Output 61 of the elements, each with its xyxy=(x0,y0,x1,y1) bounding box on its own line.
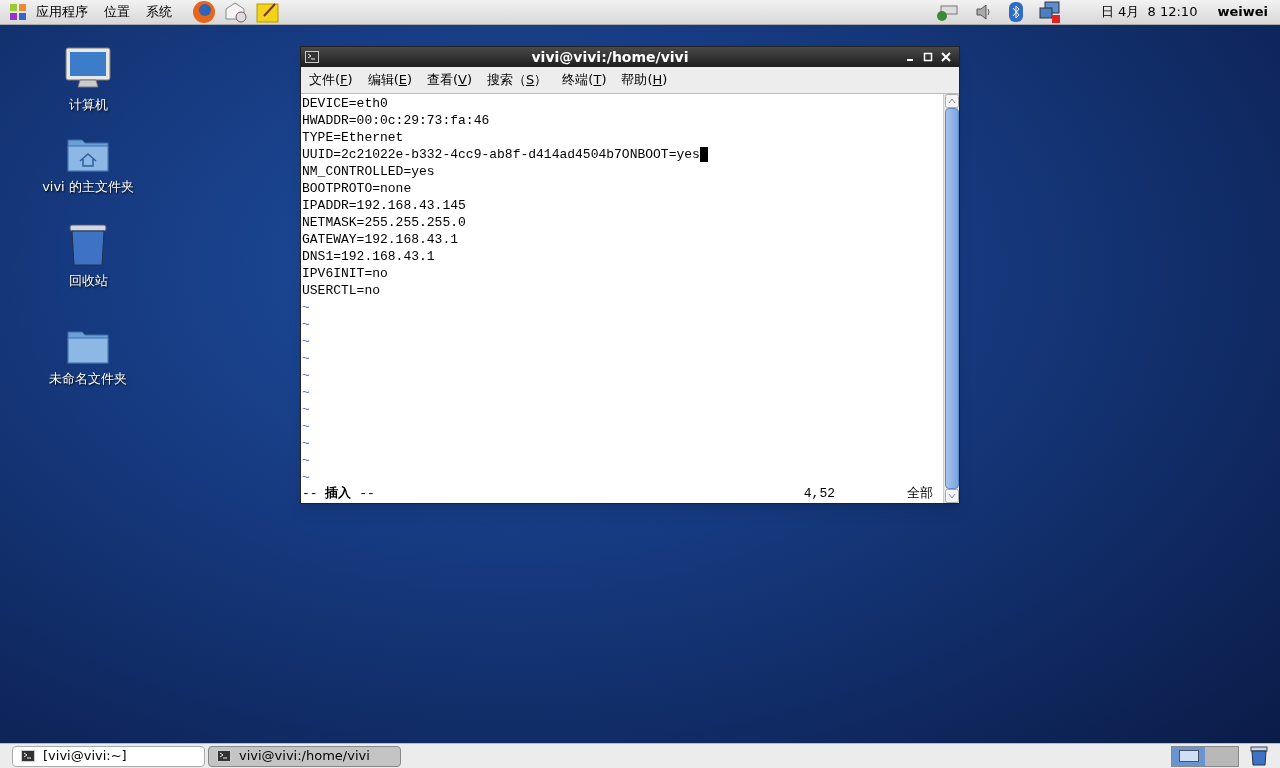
taskbar-button[interactable]: [vivi@vivi:~] xyxy=(12,745,205,767)
speaker-icon[interactable] xyxy=(974,3,993,21)
clock[interactable]: 日 4月 8 12:10 xyxy=(1100,2,1198,22)
menu-item[interactable]: 编辑(E) xyxy=(367,70,412,90)
menu-item[interactable]: 搜索（S） xyxy=(487,70,548,90)
window-title: vivi@vivi:/home/vivi xyxy=(530,47,690,67)
empty-line-marker: ~ xyxy=(302,435,310,452)
desktop-icon-label[interactable]: 未命名文件夹 xyxy=(49,369,127,389)
maximize-icon[interactable] xyxy=(923,52,933,62)
distribution-logo-icon[interactable] xyxy=(8,2,28,22)
close-icon[interactable] xyxy=(941,52,951,62)
network-disconnected-icon[interactable] xyxy=(1038,1,1061,23)
file-line: IPADDR=192.168.43.145 xyxy=(302,197,466,214)
panel-menu[interactable]: 系统 xyxy=(146,2,172,22)
menu-item[interactable]: 帮助(H) xyxy=(621,70,668,90)
file-line: GATEWAY=192.168.43.1 xyxy=(302,231,459,248)
terminal-icon xyxy=(217,750,231,762)
empty-line-marker: ~ xyxy=(302,418,310,435)
empty-line-marker: ~ xyxy=(302,350,310,367)
desktop-icon-label[interactable]: 计算机 xyxy=(68,95,108,115)
empty-line-marker: ~ xyxy=(302,316,310,333)
computer-icon xyxy=(64,47,112,91)
bluetooth-icon[interactable] xyxy=(1008,2,1023,22)
file-line: UUID=2c21022e-b332-4cc9-ab8f-d414ad4504b7ONBOOT=yes xyxy=(302,146,700,163)
file-line: HWADDR=00:0c:29:73:fa:46 xyxy=(302,112,490,129)
menu-item[interactable]: 文件(F) xyxy=(309,70,353,90)
mail-clock-icon[interactable] xyxy=(224,1,248,23)
empty-line-marker: ~ xyxy=(302,401,310,418)
trash-icon xyxy=(66,223,110,267)
cursor-position: 4,52 xyxy=(803,485,835,502)
empty-line-marker: ~ xyxy=(302,333,310,350)
empty-line-marker: ~ xyxy=(302,384,310,401)
workspace[interactable] xyxy=(1172,746,1205,766)
terminal-icon xyxy=(21,750,35,762)
file-line: DEVICE=eth0 xyxy=(302,95,388,112)
file-line: IPV6INIT=no xyxy=(302,265,388,282)
menu-item[interactable]: 终端(T) xyxy=(562,70,607,90)
panel-menu[interactable]: 应用程序 xyxy=(36,2,88,22)
empty-line-marker: ~ xyxy=(302,367,310,384)
file-line: DNS1=192.168.43.1 xyxy=(302,248,435,265)
file-line: NETMASK=255.255.255.0 xyxy=(302,214,466,231)
panel-menu[interactable]: 位置 xyxy=(104,2,130,22)
notes-icon[interactable] xyxy=(256,1,280,23)
empty-line-marker: ~ xyxy=(302,299,310,316)
vim-mode: -- 插入 -- xyxy=(302,485,375,502)
file-line: USERCTL=no xyxy=(302,282,380,299)
taskbar-button[interactable]: vivi@vivi:/home/vivi xyxy=(208,745,401,767)
menu-item[interactable]: 查看(V) xyxy=(427,70,473,90)
empty-line-marker: ~ xyxy=(302,452,310,469)
desktop-icon-label[interactable]: 回收站 xyxy=(68,271,108,291)
file-line: BOOTPROTO=none xyxy=(302,180,412,197)
scroll-position: 全部 xyxy=(907,485,933,502)
terminal-icon xyxy=(305,51,319,63)
network-icon[interactable] xyxy=(934,2,959,22)
file-line: TYPE=Ethernet xyxy=(302,129,404,146)
file-line: NM_CONTROLLED=yes xyxy=(302,163,435,180)
trash-icon[interactable] xyxy=(1250,746,1268,766)
empty-line-marker: ~ xyxy=(302,469,310,486)
desktop-icon-label[interactable]: vivi 的主文件夹 xyxy=(42,177,134,197)
browser-icon[interactable] xyxy=(192,0,216,24)
user-name[interactable]: weiwei xyxy=(1217,2,1268,22)
